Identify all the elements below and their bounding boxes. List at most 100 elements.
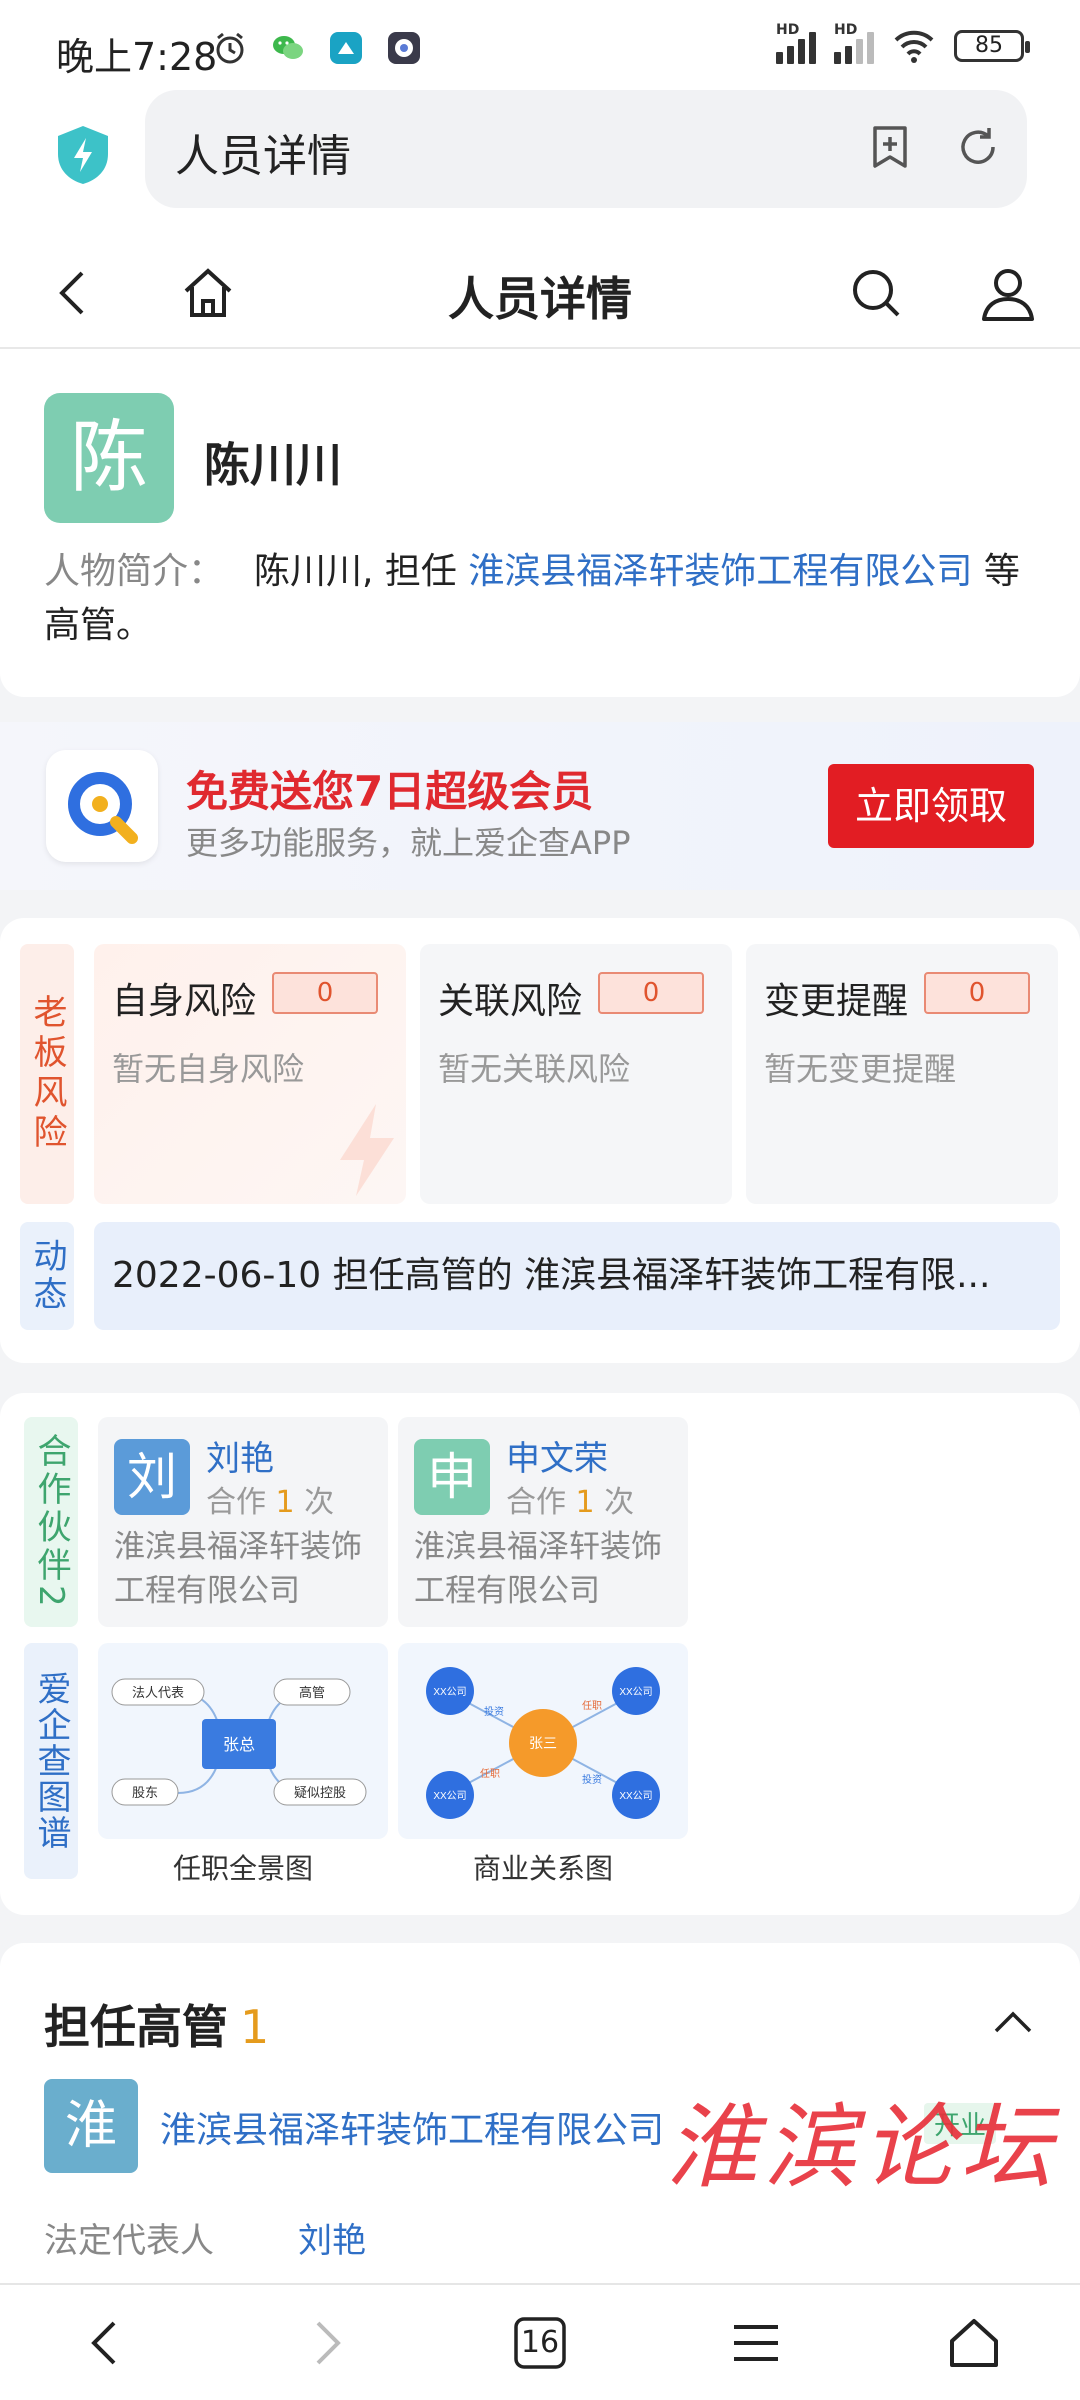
dynamic-tab-label: 动态: [27, 1238, 67, 1314]
intro-company-link[interactable]: 淮滨县福泽轩装饰工程有限公司: [468, 551, 972, 592]
self-risk-box[interactable]: 自身风险 0 暂无自身风险: [94, 944, 406, 1204]
graph-node-label: XX公司: [433, 1791, 466, 1802]
graph-caption[interactable]: 商业关系图: [398, 1847, 688, 1887]
intro-label: 人物简介：: [44, 551, 225, 592]
position-graph-card[interactable]: 张总 法人代表 高管 股东 疑似控股: [98, 1643, 388, 1839]
company-link[interactable]: 淮滨县福泽轩装饰工程有限公司: [160, 2101, 664, 2153]
tab-count: 16: [520, 2325, 560, 2360]
graph-node-label: 股东: [132, 1785, 158, 1800]
business-graph-card[interactable]: 投资 任职 任职 投资 张三 XX公司 XX公司 XX公司 XX公司: [398, 1643, 688, 1839]
partner-company: 淮滨县福泽轩装饰工程有限公司: [114, 1529, 362, 1609]
graph-tab: 爱企查图谱: [24, 1643, 78, 1879]
back-icon[interactable]: [76, 2313, 136, 2373]
app-icon-2: [388, 32, 420, 64]
tabs-button[interactable]: 16: [510, 2313, 570, 2373]
user-icon[interactable]: [978, 263, 1038, 323]
graph-node-label: 法人代表: [132, 1685, 184, 1700]
hd-signal-icon: HD: [834, 22, 874, 64]
status-bar: 晚上7:28 HD HD 85: [0, 0, 1080, 90]
risk-label: 自身风险: [112, 981, 257, 1022]
executive-positions-card: 担任高管 1 淮 淮滨县福泽轩装饰工程有限公司 开业 淮滨论坛 法定代表人 刘艳: [0, 1943, 1080, 2283]
intro-prefix: 陈川川, 担任: [254, 551, 469, 592]
browser-bottom-nav: 16: [0, 2283, 1080, 2400]
search-icon[interactable]: [846, 263, 906, 323]
security-shield-icon[interactable]: [54, 124, 112, 186]
promo-banner[interactable]: 免费送您7日超级会员 更多功能服务，就上爱企查APP 立即领取: [0, 722, 1080, 890]
risk-desc: 暂无关联风险: [438, 1050, 631, 1088]
partner-avatar: 刘: [114, 1439, 190, 1515]
partner-avatar: 申: [414, 1439, 490, 1515]
risk-count: 0: [272, 972, 378, 1014]
person-name: 陈川川: [204, 438, 342, 492]
graph-edge-label: 投资: [582, 1773, 602, 1786]
graph-node-label: XX公司: [619, 1791, 652, 1802]
graph-edge-label: 任职: [480, 1767, 500, 1780]
page-title: 人员详情: [448, 272, 632, 326]
partner-name[interactable]: 刘艳: [206, 1431, 274, 1480]
watermark: 淮滨论坛: [666, 2094, 1059, 2201]
hd-signal-icon: HD: [776, 22, 816, 64]
system-status: HD HD 85: [776, 22, 1030, 64]
graph-edge-label: 任职: [582, 1699, 602, 1712]
promo-title: 免费送您7日超级会员: [186, 767, 594, 816]
partners-tab-label: 合作伙伴2: [31, 1433, 71, 1611]
app-header: 人员详情: [0, 235, 1080, 349]
boss-risk-card: 老板风险 自身风险 0 暂无自身风险 关联风险 0 暂无关联风险 变更提醒 0 …: [0, 918, 1080, 1363]
graph-node-label: XX公司: [433, 1687, 466, 1698]
profile-card: 陈 陈川川 人物简介： 陈川川, 担任 淮滨县福泽轩装饰工程有限公司 等高管。: [0, 349, 1080, 697]
graph-node-label: 高管: [299, 1685, 325, 1700]
graph-caption[interactable]: 任职全景图: [98, 1847, 388, 1887]
risk-count: 0: [598, 972, 704, 1014]
boss-risk-tab: 老板风险: [20, 944, 74, 1204]
forward-icon[interactable]: [296, 2313, 356, 2373]
graph-center-label: 张三: [529, 1735, 557, 1751]
partner-coop-count: 合作 1 次: [506, 1485, 635, 1520]
home-icon[interactable]: [944, 2313, 1004, 2373]
battery-icon: 85: [954, 30, 1030, 62]
business-graph-diagram: 投资 任职 任职 投资 张三 XX公司 XX公司 XX公司 XX公司: [426, 1667, 660, 1819]
risk-desc: 暂无变更提醒: [764, 1050, 957, 1088]
claim-now-button[interactable]: 立即领取: [828, 764, 1034, 848]
section-count: 1: [240, 2000, 270, 2054]
browser-address-bar: 人员详情: [0, 90, 1080, 235]
menu-icon[interactable]: [726, 2313, 786, 2373]
person-intro: 人物简介： 陈川川, 担任 淮滨县福泽轩装饰工程有限公司 等高管。: [44, 545, 1044, 653]
avatar: 陈: [44, 393, 174, 523]
graph-node-label: XX公司: [619, 1687, 652, 1698]
boss-risk-tab-label: 老板风险: [27, 994, 67, 1154]
company-avatar: 淮: [44, 2079, 138, 2173]
url-title: 人员详情: [175, 131, 351, 182]
dynamic-news-item[interactable]: 2022-06-10 担任高管的 淮滨县福泽轩装饰工程有限...: [94, 1222, 1060, 1330]
graph-center-label: 张总: [223, 1736, 255, 1754]
bookmark-add-icon[interactable]: [865, 122, 915, 172]
alarm-icon: [216, 32, 244, 64]
wifi-icon: [894, 30, 934, 63]
url-box[interactable]: 人员详情: [145, 90, 1027, 208]
position-graph-diagram: 张总 法人代表 高管 股东 疑似控股: [111, 1678, 367, 1806]
legal-rep-link[interactable]: 刘艳: [298, 2213, 366, 2262]
related-risk-box[interactable]: 关联风险 0 暂无关联风险: [420, 944, 732, 1204]
risk-label: 变更提醒: [764, 981, 909, 1022]
graph-edge-label: 投资: [484, 1705, 504, 1718]
promo-subtitle: 更多功能服务，就上爱企查APP: [186, 824, 631, 862]
dynamic-tab: 动态: [20, 1222, 74, 1330]
graph-tab-label: 爱企查图谱: [31, 1671, 71, 1851]
risk-count: 0: [924, 972, 1030, 1014]
change-alert-box[interactable]: 变更提醒 0 暂无变更提醒: [746, 944, 1058, 1204]
app-icon: [330, 32, 362, 64]
partner-company: 淮滨县福泽轩装饰工程有限公司: [414, 1529, 662, 1609]
partner-item[interactable]: 刘 刘艳 合作 1 次 淮滨县福泽轩装饰工程有限公司: [98, 1417, 388, 1627]
notification-icons: [212, 30, 422, 66]
lightning-icon: [340, 1104, 394, 1196]
wechat-icon: [273, 36, 303, 59]
partners-tab: 合作伙伴2: [24, 1417, 78, 1627]
risk-desc: 暂无自身风险: [112, 1050, 305, 1088]
partner-name[interactable]: 申文荣: [506, 1431, 608, 1480]
refresh-icon[interactable]: [953, 122, 1003, 172]
status-time: 晚上7:28: [56, 35, 218, 79]
partner-coop-count: 合作 1 次: [206, 1485, 335, 1520]
partner-item[interactable]: 申 申文荣 合作 1 次 淮滨县福泽轩装饰工程有限公司: [398, 1417, 688, 1627]
section-title: 担任高管 1: [44, 2000, 270, 2054]
partners-card: 合作伙伴2 刘 刘艳 合作 1 次 淮滨县福泽轩装饰工程有限公司 申 申文荣 合…: [0, 1393, 1080, 1915]
chevron-up-icon[interactable]: [990, 1999, 1036, 2045]
